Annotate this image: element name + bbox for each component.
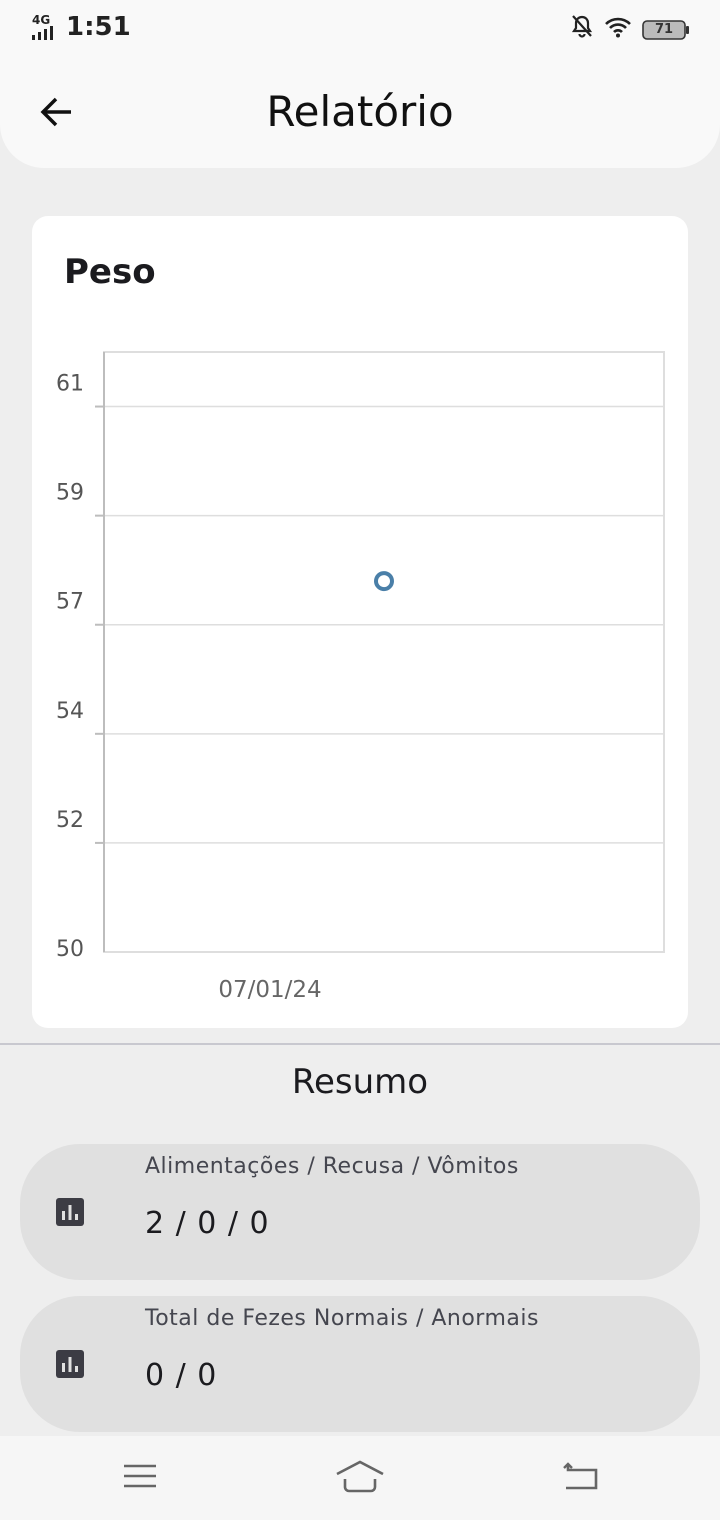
summary-title: Resumo — [291, 1062, 429, 1102]
wifi-icon — [604, 16, 632, 43]
bar-chart-icon — [56, 1350, 84, 1378]
page-title: Relatório — [266, 87, 454, 136]
nav-menu-button[interactable] — [110, 1454, 170, 1498]
signal-icon: 4G — [30, 13, 62, 41]
y-tick-label: 61 — [56, 372, 84, 397]
summary-item-value: 0 / 0 — [145, 1358, 218, 1393]
nav-back-button[interactable] — [550, 1454, 610, 1498]
section-divider — [0, 1043, 720, 1045]
battery-icon: 71 — [642, 19, 690, 40]
y-tick-label: 59 — [56, 481, 84, 506]
back-icon — [563, 1462, 598, 1490]
summary-item-label: Alimentações / Recusa / Vômitos — [145, 1154, 519, 1179]
x-tick-label: 07/01/24 — [218, 977, 321, 1003]
summary-item-feedings: Alimentações / Recusa / Vômitos 2 / 0 / … — [20, 1144, 700, 1280]
status-right: 71 — [570, 14, 690, 45]
bell-off-icon — [570, 14, 594, 45]
summary-item-value: 2 / 0 / 0 — [145, 1206, 270, 1241]
battery-level: 71 — [654, 21, 674, 37]
bar-chart-icon — [56, 1198, 84, 1226]
weight-card: Peso 50 52 54 57 59 61 07/01/24 — [32, 216, 688, 1028]
system-nav-bar — [0, 1436, 720, 1520]
weight-chart: 50 52 54 57 59 61 07/01/24 — [56, 351, 665, 1003]
summary-item-label: Total de Fezes Normais / Anormais — [145, 1306, 539, 1331]
app-bar: Relatório — [0, 56, 720, 168]
status-time: 1:51 — [66, 12, 131, 42]
menu-icon — [124, 1464, 156, 1488]
y-tick-label: 52 — [56, 808, 84, 833]
y-tick-label: 57 — [56, 590, 84, 615]
status-bar: 4G 1:51 71 — [0, 0, 720, 56]
y-tick-label: 50 — [56, 937, 84, 962]
home-icon — [336, 1460, 384, 1493]
y-tick-label: 54 — [56, 699, 84, 724]
nav-home-button[interactable] — [330, 1454, 390, 1498]
status-left: 4G 1:51 — [30, 12, 131, 42]
data-point — [374, 571, 394, 592]
summary-item-feces: Total de Fezes Normais / Anormais 0 / 0 — [20, 1296, 700, 1432]
plot-frame — [103, 351, 665, 953]
